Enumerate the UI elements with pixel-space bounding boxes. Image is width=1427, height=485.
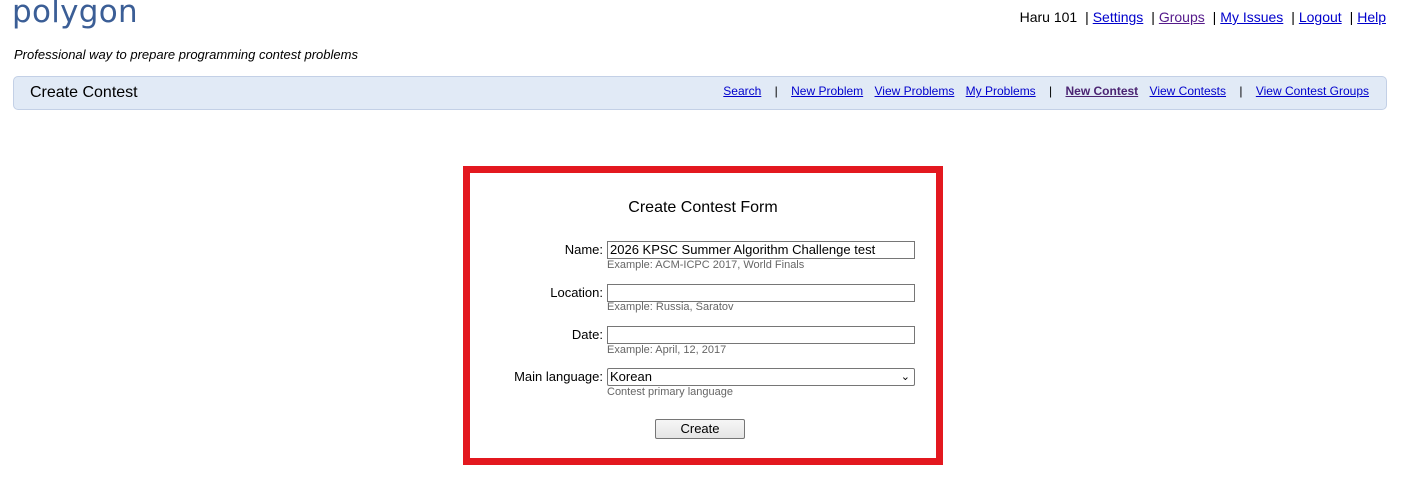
separator: | xyxy=(1212,9,1217,25)
main-language-label: Main language: xyxy=(514,369,603,384)
separator: | xyxy=(1291,9,1295,25)
main-language-value: Korean xyxy=(610,369,652,384)
page-title: Create Contest xyxy=(30,84,138,101)
groups-link[interactable]: Groups xyxy=(1159,9,1205,25)
menu-view-contests[interactable]: View Contests xyxy=(1150,84,1226,98)
separator: | xyxy=(1049,84,1053,98)
form-title: Create Contest Form xyxy=(628,199,778,216)
menu-my-problems[interactable]: My Problems xyxy=(966,84,1036,98)
location-hint: Example: Russia, Saratov xyxy=(607,301,734,313)
create-button[interactable]: Create xyxy=(655,419,745,439)
location-input[interactable] xyxy=(607,284,915,302)
date-input[interactable] xyxy=(607,326,915,344)
separator: | xyxy=(774,84,778,98)
polygon-logo: polygon xyxy=(12,0,138,30)
my-issues-link[interactable]: My Issues xyxy=(1220,9,1283,25)
menu-new-problem[interactable]: New Problem xyxy=(791,84,863,98)
main-language-hint: Contest primary language xyxy=(607,386,733,398)
separator: | xyxy=(1239,84,1243,98)
create-contest-form: Create Contest Form Name: 2026 KPSC Summ… xyxy=(463,166,943,465)
location-label: Location: xyxy=(550,285,603,300)
separator: | xyxy=(1349,9,1354,25)
chevron-down-icon: ⌄ xyxy=(900,371,910,383)
menu-search[interactable]: Search xyxy=(723,84,761,98)
tagline: Professional way to prepare programming … xyxy=(14,47,358,62)
separator: | xyxy=(1151,9,1155,25)
user-nav: Haru 101 | Settings | Groups | My Issues | L… xyxy=(1020,9,1386,25)
menu-new-contest[interactable]: New Contest xyxy=(1066,84,1139,98)
name-hint: Example: ACM-ICPC 2017, World Finals xyxy=(607,259,805,271)
name-label: Name: xyxy=(564,242,603,257)
menu-view-problems[interactable]: View Problems xyxy=(875,84,955,98)
settings-link[interactable]: Settings xyxy=(1093,9,1144,25)
separator: | xyxy=(1085,9,1089,25)
top-menu: Search | New Problem View Problems My Pr… xyxy=(719,84,1373,98)
name-input[interactable]: 2026 KPSC Summer Algorithm Challenge tes… xyxy=(607,241,915,259)
header-bar: Create Contest Search | New Problem View… xyxy=(13,76,1387,110)
main-language-select[interactable]: Korean ⌄ xyxy=(607,368,915,386)
help-link[interactable]: Help xyxy=(1357,9,1386,25)
logout-link[interactable]: Logout xyxy=(1299,9,1342,25)
date-hint: Example: April, 12, 2017 xyxy=(607,344,727,356)
date-label: Date: xyxy=(571,327,603,342)
username: Haru 101 xyxy=(1019,9,1078,25)
menu-view-contest-groups[interactable]: View Contest Groups xyxy=(1256,84,1369,98)
